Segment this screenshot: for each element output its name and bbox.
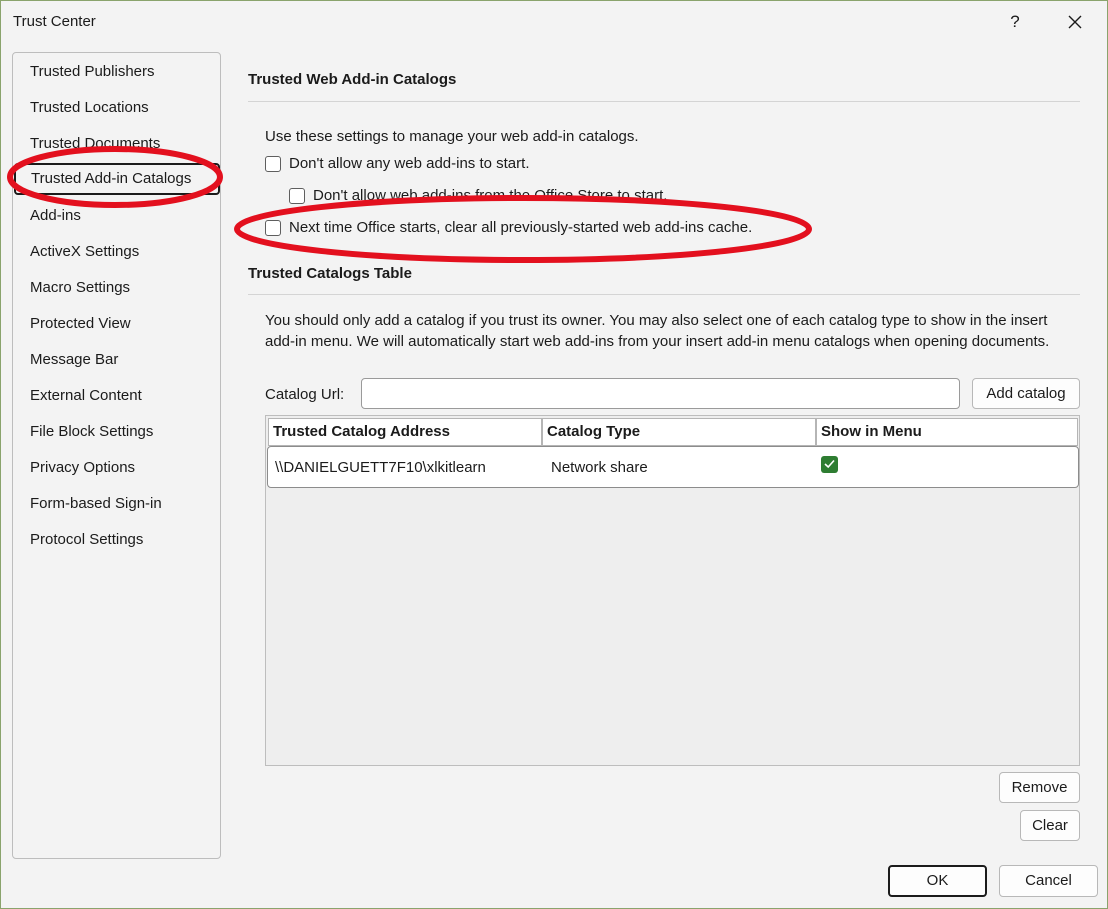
ok-button[interactable]: OK (888, 865, 987, 897)
block-office-store-add-ins-label: Don't allow web add-ins from the Office … (313, 187, 668, 204)
sidebar-item-form-based-sign-in[interactable]: Form-based Sign-in (13, 488, 220, 520)
column-header-address[interactable]: Trusted Catalog Address (268, 418, 542, 446)
cancel-button[interactable]: Cancel (999, 865, 1098, 897)
sidebar-item-trusted-add-in-catalogs[interactable]: Trusted Add-in Catalogs (14, 163, 220, 195)
option-block-office-store-add-ins[interactable]: Don't allow web add-ins from the Office … (289, 186, 729, 208)
catalogs-table-description: You should only add a catalog if you tru… (265, 312, 1050, 350)
close-icon (1068, 15, 1082, 29)
sidebar-item-activex-settings[interactable]: ActiveX Settings (13, 236, 220, 268)
title-bar: Trust Center ? (1, 1, 1107, 43)
catalogs-table-heading: Trusted Catalogs Table (248, 265, 412, 282)
sidebar-item-external-content[interactable]: External Content (13, 380, 220, 412)
help-button[interactable]: ? (1003, 9, 1027, 35)
sidebar-item-trusted-locations[interactable]: Trusted Locations (13, 92, 220, 124)
table-row[interactable]: \\DANIELGUETT7F10\xlkitlearn Network sha… (267, 446, 1079, 488)
sidebar-item-trusted-documents[interactable]: Trusted Documents (13, 128, 220, 160)
close-button[interactable] (1059, 7, 1091, 37)
clear-web-add-ins-cache-label: Next time Office starts, clear all previ… (289, 219, 753, 236)
sidebar-item-file-block-settings[interactable]: File Block Settings (13, 416, 220, 448)
catalog-url-label: Catalog Url: (265, 386, 345, 403)
sidebar-item-trusted-publishers[interactable]: Trusted Publishers (13, 56, 220, 88)
clear-web-add-ins-cache-checkbox[interactable] (265, 220, 281, 236)
block-all-web-add-ins-checkbox[interactable] (265, 156, 281, 172)
trust-center-dialog: Trust Center ? Trusted Publishers Truste… (0, 0, 1108, 909)
sidebar-item-add-ins[interactable]: Add-ins (13, 200, 220, 232)
add-catalog-button[interactable]: Add catalog (972, 378, 1080, 409)
sidebar-item-protocol-settings[interactable]: Protocol Settings (13, 524, 220, 556)
trusted-catalogs-table: Trusted Catalog Address Catalog Type Sho… (265, 415, 1080, 766)
catalog-url-input[interactable] (361, 378, 960, 409)
remove-button[interactable]: Remove (999, 772, 1080, 803)
sidebar-item-macro-settings[interactable]: Macro Settings (13, 272, 220, 304)
clear-button[interactable]: Clear (1020, 810, 1080, 841)
section-divider (248, 294, 1080, 295)
web-catalogs-heading: Trusted Web Add-in Catalogs (248, 71, 457, 88)
option-block-all-web-add-ins[interactable]: Don't allow any web add-ins to start. (265, 154, 665, 176)
show-in-menu-checkbox[interactable] (821, 456, 838, 473)
block-office-store-add-ins-checkbox[interactable] (289, 188, 305, 204)
column-header-show-in-menu[interactable]: Show in Menu (816, 418, 1078, 446)
category-sidebar: Trusted Publishers Trusted Locations Tru… (12, 52, 221, 859)
dialog-title: Trust Center (13, 13, 96, 30)
web-catalogs-intro: Use these settings to manage your web ad… (265, 128, 639, 145)
column-header-catalog-type[interactable]: Catalog Type (542, 418, 816, 446)
option-clear-web-add-ins-cache[interactable]: Next time Office starts, clear all previ… (265, 218, 805, 240)
checkmark-icon (824, 459, 835, 469)
sidebar-item-message-bar[interactable]: Message Bar (13, 344, 220, 376)
block-all-web-add-ins-label: Don't allow any web add-ins to start. (289, 155, 530, 172)
section-divider (248, 101, 1080, 102)
catalog-type-cell: Network share (551, 459, 648, 476)
sidebar-item-protected-view[interactable]: Protected View (13, 308, 220, 340)
catalog-address-cell: \\DANIELGUETT7F10\xlkitlearn (275, 459, 486, 476)
sidebar-item-privacy-options[interactable]: Privacy Options (13, 452, 220, 484)
